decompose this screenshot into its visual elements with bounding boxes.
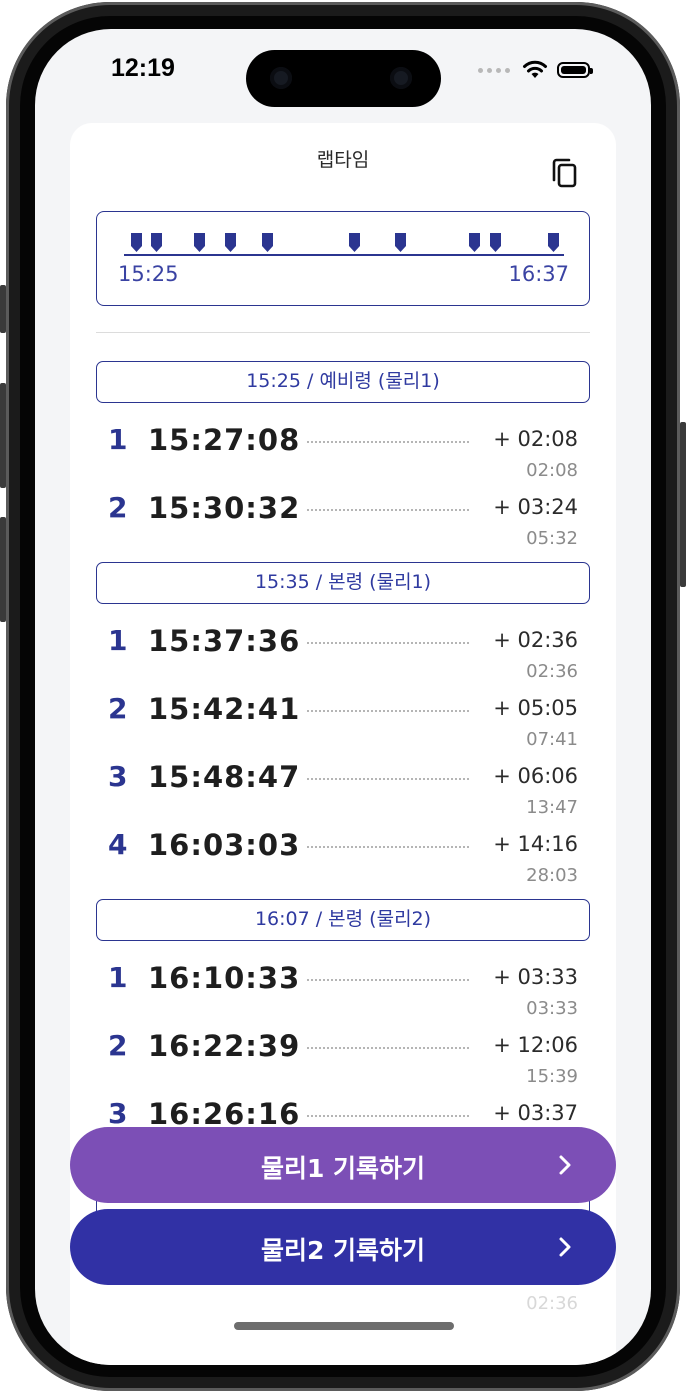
lap-number: 4 [108,828,128,861]
dotted-leader [307,846,469,848]
lap-number: 1 [108,624,128,657]
lap-delta: + 03:24 [493,495,578,519]
section-header: 16:07 / 본령 (물리2) [96,899,590,941]
lap-cumulative: 02:08 [526,460,578,481]
lap-cumulative: 28:03 [526,865,578,886]
dotted-leader [307,710,469,712]
status-indicators [478,59,593,81]
chevron-right-icon [559,1237,571,1257]
dotted-leader [307,1047,469,1049]
dotted-leader [307,509,469,511]
lap-delta: + 05:05 [493,696,578,720]
lap-cumulative: 13:47 [526,797,578,818]
lap-time: 15:42:41 [148,692,301,726]
lap-time: 15:27:08 [148,423,301,457]
lap-row: 2 15:42:41 + 05:05 07:41 [70,692,616,758]
lap-number: 2 [108,692,128,725]
lap-number: 2 [108,491,128,524]
record-physics1-button[interactable]: 물리1 기록하기 [70,1127,616,1203]
timeline-marker-icon [131,233,142,252]
lap-time: 16:22:39 [148,1029,301,1063]
dotted-leader [307,642,469,644]
timeline-marker-icon [490,233,501,252]
dotted-leader [307,778,469,780]
lap-time: 15:48:47 [148,760,301,794]
power-button [680,422,686,587]
timeline-start-label: 15:25 [118,262,179,286]
chevron-right-icon [559,1155,571,1175]
dotted-leader [307,441,469,443]
home-indicator [234,1322,454,1330]
lap-cumulative-hidden: 02:36 [526,1293,578,1314]
lap-delta: + 06:06 [493,764,578,788]
lap-row: 1 15:27:08 + 02:08 02:08 [70,423,616,489]
timeline-marker-icon [194,233,205,252]
lap-number: 2 [108,1029,128,1062]
lap-cumulative: 03:33 [526,998,578,1019]
lap-delta: + 02:08 [493,427,578,451]
timeline-marker-icon [548,233,559,252]
timeline-marker-icon [395,233,406,252]
lap-number: 3 [108,760,128,793]
lap-row: 1 15:37:36 + 02:36 02:36 [70,624,616,690]
lap-number: 1 [108,961,128,994]
sensor-icon [270,67,292,89]
lap-row: 2 15:30:32 + 03:24 05:32 [70,491,616,557]
timeline-marker-icon [469,233,480,252]
lap-cumulative: 02:36 [526,661,578,682]
signal-dots-icon [478,67,510,73]
record-physics2-label: 물리2 기록하기 [260,1236,426,1265]
timeline-end-label: 16:37 [508,262,569,286]
lap-row: 2 16:22:39 + 12:06 15:39 [70,1029,616,1095]
lap-time: 15:30:32 [148,491,301,525]
dotted-leader [307,1115,469,1117]
copy-icon[interactable] [551,157,581,189]
lap-time: 16:10:33 [148,961,301,995]
lap-delta: + 03:33 [493,965,578,989]
lap-row: 3 15:48:47 + 06:06 13:47 [70,760,616,826]
timeline-axis [124,254,564,256]
lap-time: 15:37:36 [148,624,301,658]
lap-delta: + 14:16 [493,832,578,856]
record-physics2-button[interactable]: 물리2 기록하기 [70,1209,616,1285]
dynamic-island [246,50,441,107]
timeline-marker-icon [349,233,360,252]
screen: 12:19 랩타임 15:25 16:37 15:25 / 예비령 (물리1) … [35,29,651,1365]
section-header: 15:25 / 예비령 (물리1) [96,361,590,403]
wifi-icon [523,60,547,78]
lap-number: 1 [108,423,128,456]
section-header: 15:35 / 본령 (물리1) [96,562,590,604]
page-title: 랩타임 [316,149,370,171]
lap-cumulative: 15:39 [526,1066,578,1087]
lap-cumulative: 05:32 [526,528,578,549]
timeline-marker-icon [225,233,236,252]
lap-row: 1 16:10:33 + 03:33 03:33 [70,961,616,1027]
lap-timeline: 15:25 16:37 [96,211,590,306]
lap-time: 16:03:03 [148,828,301,862]
timeline-marker-icon [262,233,273,252]
lap-delta: + 12:06 [493,1033,578,1057]
lap-row: 4 16:03:03 + 14:16 28:03 [70,828,616,894]
lap-delta: + 02:36 [493,628,578,652]
battery-icon [557,62,593,78]
lap-cumulative: 07:41 [526,729,578,750]
lap-number: 3 [108,1097,128,1130]
timeline-marker-icon [151,233,162,252]
lap-time: 16:26:16 [148,1097,301,1131]
dotted-leader [307,979,469,981]
camera-icon [390,67,412,89]
record-physics1-label: 물리1 기록하기 [260,1154,426,1183]
lap-delta: + 03:37 [493,1101,578,1125]
status-time: 12:19 [111,54,175,82]
divider [96,332,590,333]
